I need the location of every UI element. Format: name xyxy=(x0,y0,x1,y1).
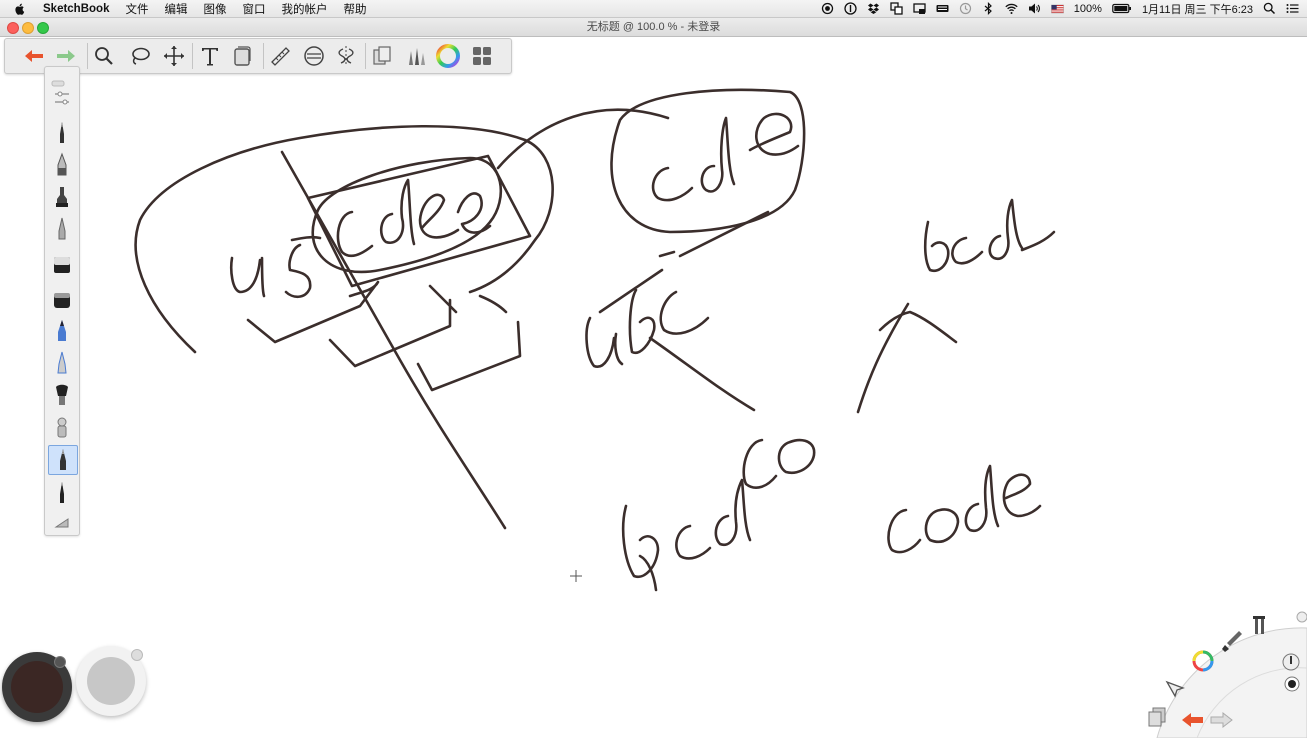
lasso-icon[interactable] xyxy=(127,43,153,69)
bluetooth-icon[interactable] xyxy=(982,2,995,15)
puck-toggle-icon[interactable] xyxy=(54,656,66,668)
notification-center-icon[interactable] xyxy=(1286,2,1299,15)
toolbar-separator xyxy=(365,43,366,69)
primary-color-swatch xyxy=(11,661,63,713)
dropbox-icon[interactable] xyxy=(867,2,880,15)
lagoon-opacity-icon[interactable] xyxy=(1284,676,1300,692)
menu-edit[interactable]: 编辑 xyxy=(164,1,187,17)
record-icon[interactable] xyxy=(821,2,834,15)
keyboard-icon[interactable] xyxy=(936,2,949,15)
menu-account[interactable]: 我的帐户 xyxy=(281,1,327,17)
toolbar-separator xyxy=(263,43,264,69)
ruler-icon[interactable] xyxy=(267,43,293,69)
close-window-button[interactable] xyxy=(7,22,19,34)
us-flag-icon[interactable] xyxy=(1051,2,1064,15)
brush-palette xyxy=(44,66,80,536)
menu-file[interactable]: 文件 xyxy=(125,1,148,17)
color-wheel-icon[interactable] xyxy=(435,43,461,69)
spotlight-icon[interactable] xyxy=(1263,2,1276,15)
app-menu[interactable]: SketchBook xyxy=(43,3,109,15)
pencil-icon[interactable] xyxy=(48,119,76,147)
symmetry-icon[interactable] xyxy=(333,43,359,69)
marker-icon[interactable] xyxy=(48,183,76,211)
ellipse-icon[interactable] xyxy=(301,43,327,69)
airbrush-icon[interactable] xyxy=(48,317,76,345)
zoom-window-button[interactable] xyxy=(37,22,49,34)
layer-icon[interactable] xyxy=(229,43,255,69)
smudge-icon[interactable] xyxy=(48,413,76,441)
eraser-icon[interactable] xyxy=(48,251,76,279)
apple-menu-icon[interactable] xyxy=(13,2,27,16)
undo-icon[interactable] xyxy=(21,43,47,69)
paint-brush-icon[interactable] xyxy=(48,381,76,409)
sketch-strokes xyxy=(134,88,1056,592)
windows-icon[interactable] xyxy=(890,2,903,15)
battery-percent: 100% xyxy=(1073,2,1102,15)
felt-pen-icon[interactable] xyxy=(48,349,76,377)
lagoon-settings-icon[interactable] xyxy=(1296,611,1307,623)
lagoon-tools-icon[interactable] xyxy=(1253,616,1265,634)
window-title-bar: 无标题 @ 100.0 % - 未登录 xyxy=(0,18,1307,37)
brushes-icon[interactable] xyxy=(403,43,429,69)
volume-icon[interactable] xyxy=(1028,2,1041,15)
menu-image[interactable]: 图像 xyxy=(203,1,226,17)
zoom-icon[interactable] xyxy=(91,43,117,69)
battery-icon[interactable] xyxy=(1112,2,1132,15)
lagoon-menu xyxy=(1127,598,1307,739)
info-icon[interactable] xyxy=(844,2,857,15)
primary-color-puck[interactable] xyxy=(2,652,72,722)
secondary-color-puck[interactable] xyxy=(76,646,146,716)
technical-pen-icon[interactable] xyxy=(48,479,76,507)
ruler-guide-icon[interactable] xyxy=(48,507,76,535)
menu-window[interactable]: 窗口 xyxy=(242,1,265,17)
screen-share-icon[interactable] xyxy=(913,2,926,15)
text-icon[interactable] xyxy=(197,43,223,69)
palette-grip-icon[interactable] xyxy=(48,69,76,87)
toolbar-separator xyxy=(192,43,193,69)
lagoon-brush-size-icon[interactable] xyxy=(1282,653,1300,671)
menu-help[interactable]: 帮助 xyxy=(343,1,366,17)
settings-icon[interactable] xyxy=(48,84,76,112)
window-title: 无标题 @ 100.0 % - 未登录 xyxy=(586,21,721,33)
wifi-icon[interactable] xyxy=(1005,2,1018,15)
puck-toggle-icon[interactable] xyxy=(131,649,143,661)
secondary-color-swatch xyxy=(87,657,135,705)
time-machine-icon[interactable] xyxy=(959,2,972,15)
copy-icon[interactable] xyxy=(369,43,395,69)
main-toolbar xyxy=(4,38,512,74)
ink-pen-icon[interactable] xyxy=(48,151,76,179)
menu-bar: SketchBook 文件 编辑 图像 窗口 我的帐户 帮助 100% 1月11… xyxy=(0,0,1307,18)
ballpoint-icon[interactable] xyxy=(48,445,78,475)
toolbar-separator xyxy=(87,43,88,69)
minimize-window-button[interactable] xyxy=(22,22,34,34)
fine-pen-icon[interactable] xyxy=(48,215,76,243)
crosshair-cursor-icon xyxy=(570,570,582,582)
drawing-canvas[interactable] xyxy=(0,37,1307,738)
hard-eraser-icon[interactable] xyxy=(48,285,76,313)
move-icon[interactable] xyxy=(161,43,187,69)
clock[interactable]: 1月11日 周三 下午6:23 xyxy=(1142,1,1253,17)
layout-icon[interactable] xyxy=(469,43,495,69)
